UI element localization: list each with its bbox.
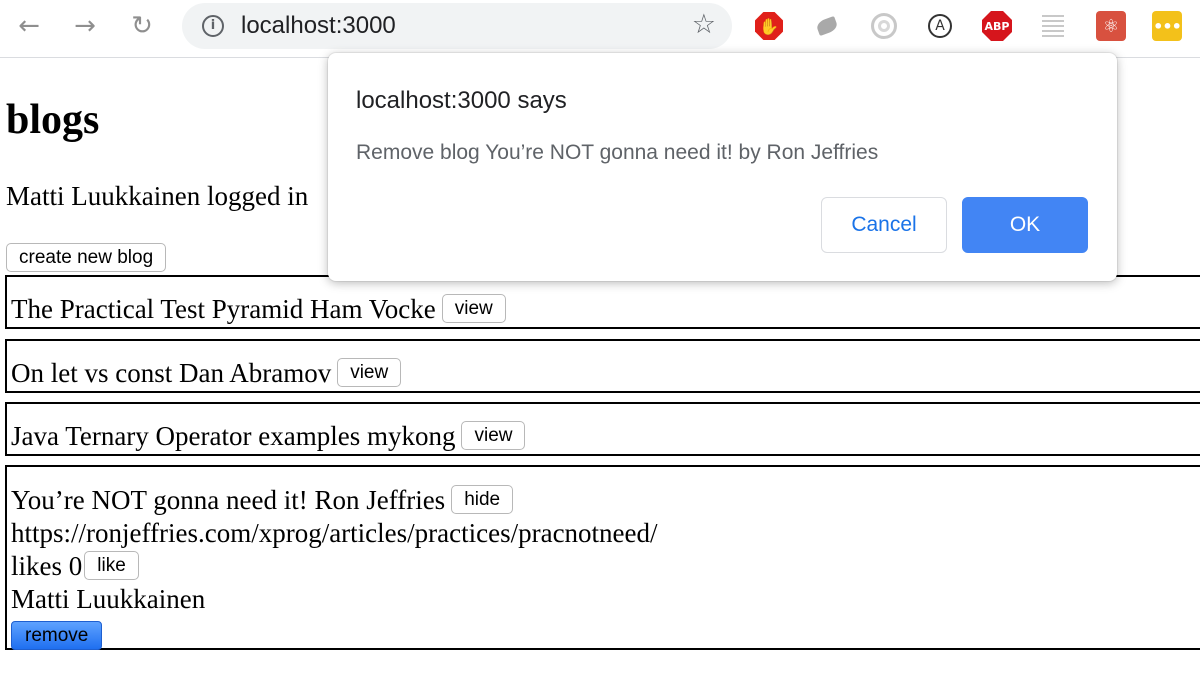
dialog-title: localhost:3000 says <box>356 87 567 114</box>
like-button[interactable]: like <box>84 551 139 581</box>
site-info-icon[interactable]: i <box>202 15 224 37</box>
forward-icon[interactable]: → <box>68 9 102 43</box>
blog-item: Java Ternary Operator examples mykong vie… <box>5 402 1200 456</box>
bookmark-star-icon[interactable]: ☆ <box>692 9 716 40</box>
browser-toolbar: ← → ↻ i localhost:3000 ☆ ✋ A ABP ⚛ ••• <box>0 0 1200 58</box>
blog-summary: On let vs const Dan Abramov <box>11 358 332 388</box>
leaf-extension-icon[interactable] <box>812 11 842 41</box>
blog-summary: You’re NOT gonna need it! Ron Jeffries <box>11 485 446 515</box>
page-title: blogs <box>6 97 100 143</box>
blog-item: On let vs const Dan Abramov view <box>5 339 1200 393</box>
address-bar[interactable]: i localhost:3000 ☆ <box>182 3 732 49</box>
reload-icon[interactable]: ↻ <box>125 9 159 43</box>
abp-label: ABP <box>982 11 1012 41</box>
remove-button[interactable]: remove <box>11 621 103 650</box>
back-icon[interactable]: ← <box>12 9 46 43</box>
react-devtools-extension-icon[interactable]: ⚛ <box>1096 11 1126 41</box>
adblock-plus-extension-icon[interactable]: ABP <box>982 11 1012 41</box>
dialog-message: Remove blog You’re NOT gonna need it! by… <box>356 141 879 164</box>
blog-url: https://ronjeffries.com/xprog/articles/p… <box>11 518 658 548</box>
dots-extension-icon[interactable]: ••• <box>1152 11 1182 41</box>
ok-button[interactable]: OK <box>962 197 1088 253</box>
confirm-dialog: localhost:3000 says Remove blog You’re N… <box>328 53 1117 281</box>
blog-item: The Practical Test Pyramid Ham Vocke view <box>5 275 1200 329</box>
view-button[interactable]: view <box>337 358 402 388</box>
view-button[interactable]: view <box>441 294 506 324</box>
blog-summary: Java Ternary Operator examples mykong <box>11 421 456 451</box>
login-status: Matti Luukkainen logged in <box>6 181 309 211</box>
hide-button[interactable]: hide <box>451 485 514 515</box>
create-new-blog-button[interactable]: create new blog <box>6 243 167 272</box>
cancel-button[interactable]: Cancel <box>821 197 947 253</box>
blog-likes: likes 0 <box>11 551 83 581</box>
blog-summary: The Practical Test Pyramid Ham Vocke <box>11 294 436 324</box>
a-circle-extension-icon[interactable]: A <box>925 11 955 41</box>
ublock-extension-icon[interactable]: ✋ <box>754 11 784 41</box>
blog-user: Matti Luukkainen <box>11 584 206 614</box>
view-button[interactable]: view <box>461 421 526 451</box>
blog-item-expanded: You’re NOT gonna need it! Ron Jeffries hi… <box>5 465 1200 650</box>
grid-extension-icon[interactable] <box>1038 11 1068 41</box>
url-text[interactable]: localhost:3000 <box>241 12 396 40</box>
ring-extension-icon[interactable] <box>869 11 899 41</box>
